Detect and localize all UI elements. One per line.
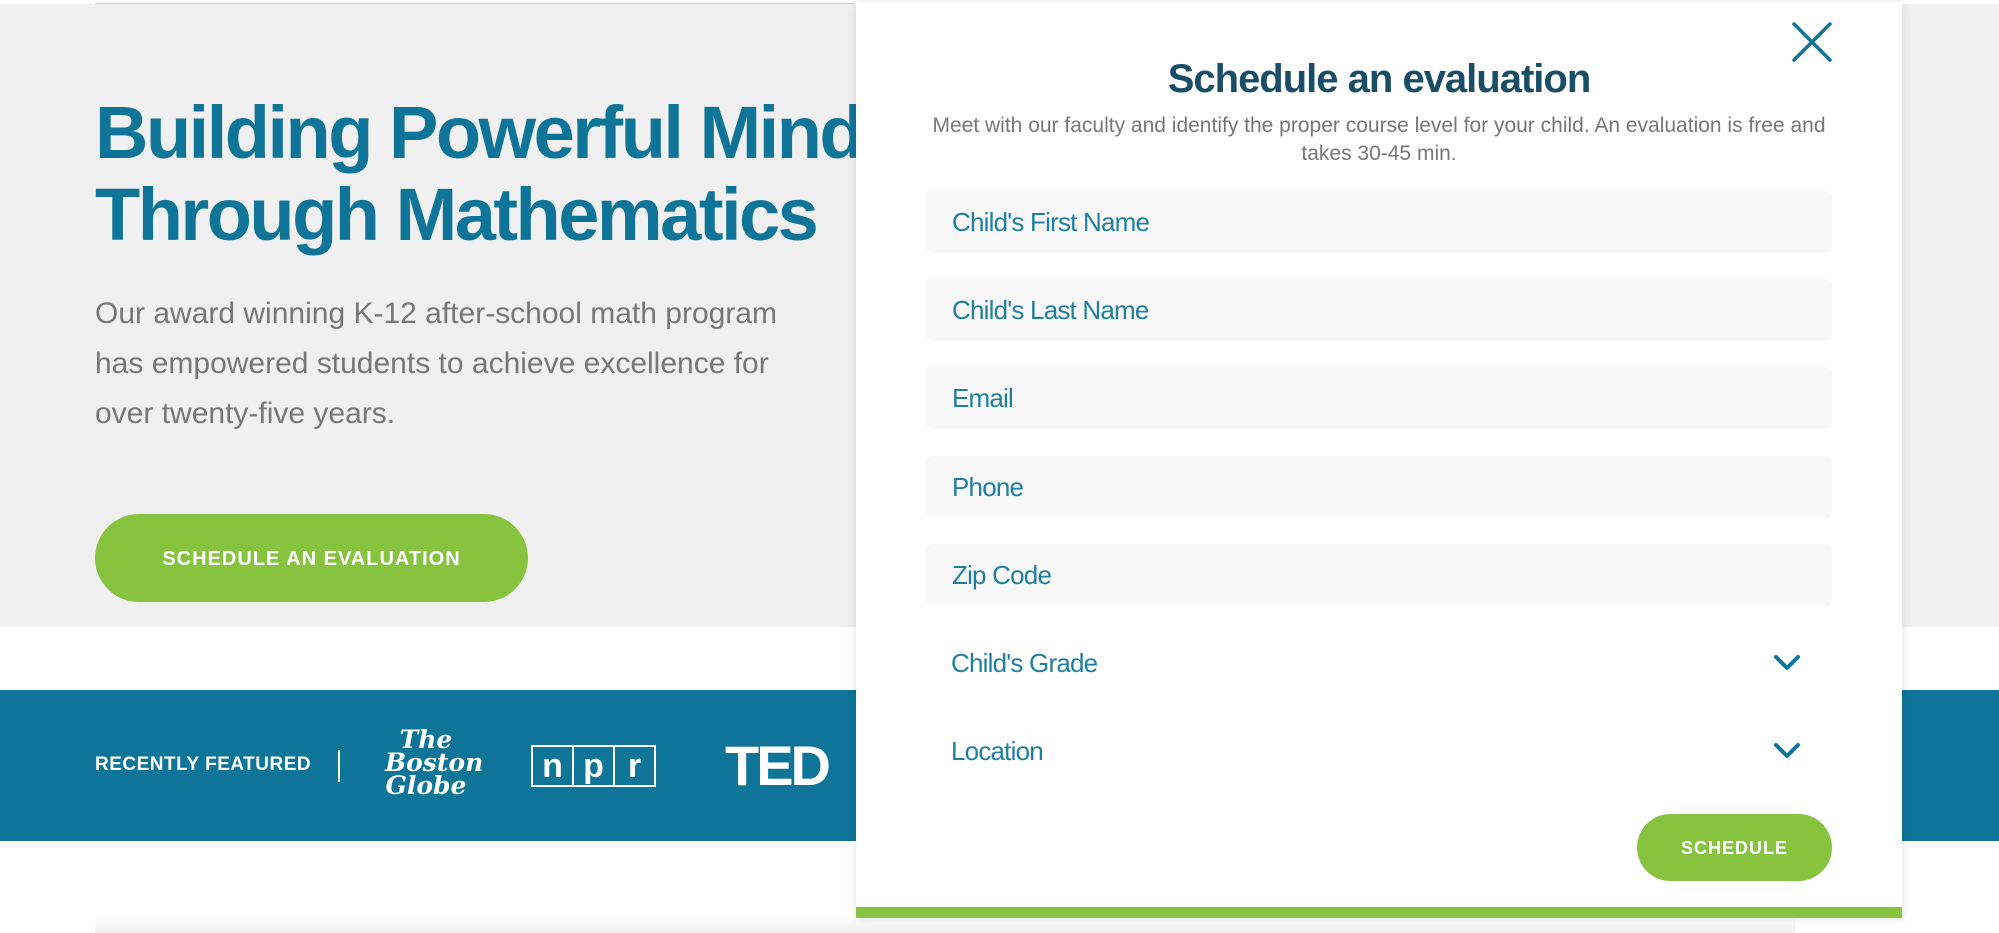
hero-title: Building Powerful Minds Through Mathemat… bbox=[95, 91, 903, 256]
chevron-down-icon bbox=[1774, 743, 1800, 758]
phone-input[interactable] bbox=[926, 456, 1832, 518]
modal-title: Schedule an evaluation bbox=[1167, 57, 1592, 101]
schedule-evaluation-button[interactable]: SCHEDULE AN EVALUATION bbox=[95, 514, 528, 602]
hero-title-line-1: Building Powerful Minds bbox=[95, 91, 903, 174]
modal-accent-bar bbox=[856, 907, 1902, 918]
child-grade-select[interactable]: Child's Grade bbox=[926, 632, 1832, 694]
child-grade-select-label: Child's Grade bbox=[951, 648, 1098, 678]
npr-logo-letter-n: n bbox=[533, 747, 574, 785]
recently-featured-label: RECENTLY FEATURED bbox=[95, 754, 312, 775]
chevron-down-icon bbox=[1774, 655, 1800, 670]
location-select[interactable]: Location bbox=[926, 720, 1832, 782]
npr-logo-letter-p: p bbox=[574, 747, 615, 785]
npr-logo-letter-r: r bbox=[627, 747, 642, 785]
modal-description: Meet with our faculty and identify the p… bbox=[932, 114, 1826, 165]
hero-subtitle: Our award winning K-12 after-school math… bbox=[95, 289, 777, 439]
child-last-name-input[interactable] bbox=[926, 279, 1832, 341]
npr-logo: n p r bbox=[531, 745, 656, 787]
schedule-submit-button[interactable]: SCHEDULE bbox=[1637, 814, 1832, 881]
hero-subtitle-line-3: over twenty-five years. bbox=[95, 397, 396, 430]
location-select-label: Location bbox=[951, 736, 1044, 766]
zip-code-input[interactable] bbox=[926, 544, 1832, 606]
page: Building Powerful Minds Through Mathemat… bbox=[0, 0, 1999, 933]
child-first-name-input[interactable] bbox=[926, 191, 1832, 253]
hero-subtitle-line-1: Our award winning K-12 after-school math… bbox=[95, 297, 777, 330]
ted-logo: TED bbox=[725, 734, 831, 797]
boston-globe-logo-word-3: Globe bbox=[385, 771, 467, 800]
hero-title-line-2: Through Mathematics bbox=[95, 173, 819, 256]
schedule-evaluation-modal: Schedule an evaluation Meet with our fac… bbox=[856, 2, 1902, 918]
email-input[interactable] bbox=[926, 367, 1832, 429]
hero-subtitle-line-2: has empowered students to achieve excell… bbox=[95, 347, 769, 380]
boston-globe-logo: The Boston Globe bbox=[385, 727, 483, 800]
featured-divider bbox=[338, 750, 340, 782]
